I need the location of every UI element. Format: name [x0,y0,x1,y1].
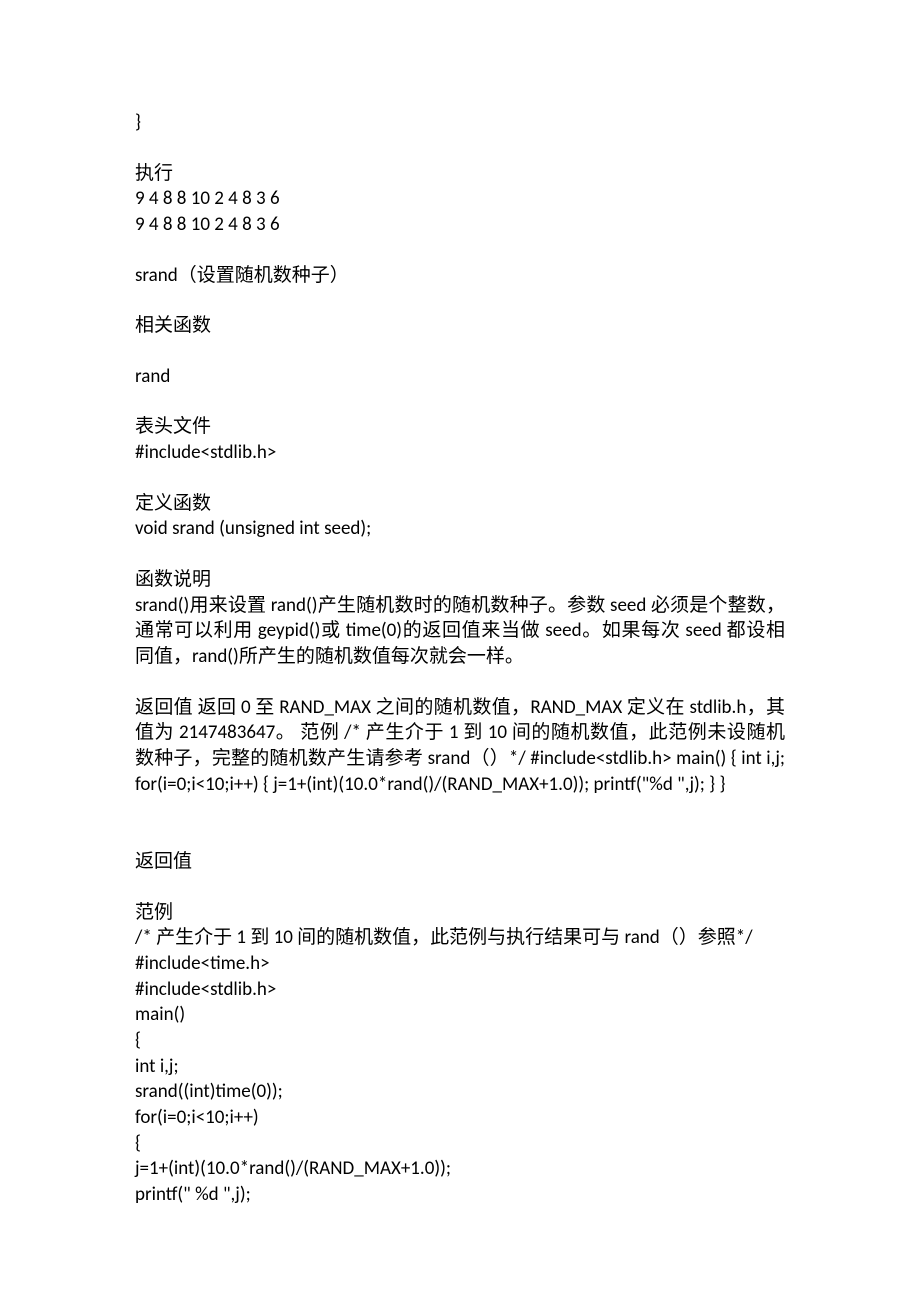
code-line: { [135,1131,785,1157]
code-line: printf(" %d ",j); [135,1182,785,1208]
paragraph: srand()用来设置 rand()产生随机数时的随机数种子。参数 seed 必… [135,593,785,670]
code-line: srand((int)time(0)); [135,1079,785,1105]
code-line: { [135,1028,785,1054]
code-line: int i,j; [135,1054,785,1080]
code-line: for(i=0;i<10;i++) [135,1105,785,1131]
code-line: #include<time.h> [135,951,785,977]
function-title: srand（设置随机数种子） [135,263,785,289]
section-heading: 返回值 [135,849,785,875]
code-line: j=1+(int)(10.0*rand()/(RAND_MAX+1.0)); [135,1156,785,1182]
section-heading: 范例 [135,900,785,926]
code-line: #include<stdlib.h> [135,977,785,1003]
code-line: void srand (unsigned int seed); [135,516,785,542]
output-line: 9 4 8 8 10 2 4 8 3 6 [135,186,785,212]
code-line: } [135,110,785,136]
text-line: rand [135,364,785,390]
document-page: } 执行 9 4 8 8 10 2 4 8 3 6 9 4 8 8 10 2 4… [0,0,920,1308]
code-line: main() [135,1002,785,1028]
code-line: /* 产生介于 1 到 10 间的随机数值，此范例与执行结果可与 rand（）参… [135,925,785,951]
section-heading: 函数说明 [135,567,785,593]
section-heading: 定义函数 [135,491,785,517]
code-line: #include<stdlib.h> [135,440,785,466]
section-heading: 表头文件 [135,414,785,440]
output-line: 9 4 8 8 10 2 4 8 3 6 [135,212,785,238]
section-heading: 相关函数 [135,313,785,339]
paragraph: 返回值 返回 0 至 RAND_MAX 之间的随机数值，RAND_MAX 定义在… [135,695,785,798]
section-heading: 执行 [135,161,785,187]
